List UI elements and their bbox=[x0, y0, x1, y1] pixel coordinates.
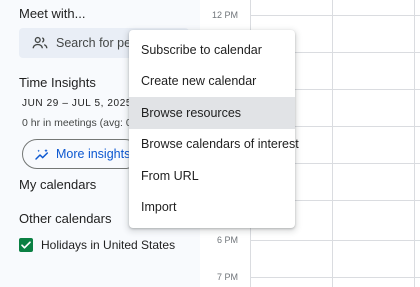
insights-icon bbox=[35, 149, 49, 160]
other-calendars-title[interactable]: Other calendars bbox=[19, 211, 112, 226]
calendar-item-label: Holidays in United States bbox=[41, 238, 176, 252]
time-label: 6 PM bbox=[216, 235, 238, 245]
day-divider bbox=[332, 0, 333, 287]
day-divider bbox=[414, 0, 415, 287]
time-label: 12 PM bbox=[211, 10, 238, 20]
more-insights-button[interactable]: More insights bbox=[22, 139, 140, 169]
hour-line bbox=[250, 15, 420, 16]
my-calendars-title[interactable]: My calendars bbox=[19, 177, 96, 192]
insights-date-range: JUN 29 – JUL 5, 2025 bbox=[22, 98, 133, 109]
meet-with-title: Meet with... bbox=[19, 6, 86, 21]
search-placeholder: Search for peo bbox=[56, 36, 138, 50]
check-icon bbox=[21, 241, 31, 249]
insights-meeting-summary: 0 hr in meetings (avg: 0 bbox=[22, 117, 132, 129]
hour-line bbox=[250, 240, 420, 241]
menu-item-browse-resources[interactable]: Browse resources bbox=[129, 97, 295, 129]
menu-item-import[interactable]: Import bbox=[129, 192, 295, 224]
holidays-checkbox[interactable] bbox=[19, 238, 33, 252]
menu-item-subscribe[interactable]: Subscribe to calendar bbox=[129, 34, 295, 66]
add-calendar-menu: Subscribe to calendar Create new calenda… bbox=[129, 30, 299, 228]
menu-item-create-new[interactable]: Create new calendar bbox=[129, 66, 295, 98]
time-insights-title: Time Insights bbox=[19, 75, 96, 90]
more-insights-label: More insights bbox=[56, 147, 131, 161]
menu-item-from-url[interactable]: From URL bbox=[129, 160, 295, 192]
calendar-item-holidays[interactable]: Holidays in United States bbox=[19, 237, 194, 255]
people-icon bbox=[32, 36, 48, 49]
menu-item-browse-interest[interactable]: Browse calendars of interest bbox=[129, 129, 299, 161]
hour-line bbox=[250, 277, 420, 278]
time-label: 7 PM bbox=[216, 272, 238, 282]
